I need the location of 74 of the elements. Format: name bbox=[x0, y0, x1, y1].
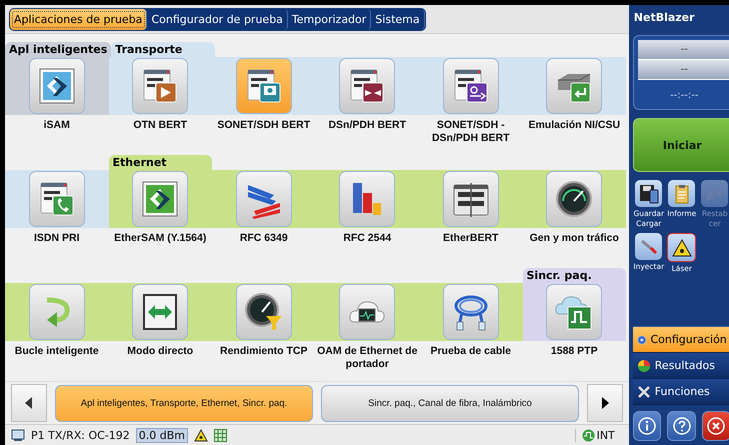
close-button[interactable] bbox=[702, 411, 729, 441]
section-title: Apl inteligentes bbox=[5, 42, 112, 57]
laser-warning-icon bbox=[194, 428, 208, 442]
app-button[interactable] bbox=[28, 58, 85, 114]
app-button[interactable] bbox=[132, 58, 188, 114]
chevron-icon bbox=[140, 179, 180, 219]
device-title: NetBlazer bbox=[632, 11, 696, 26]
app-button[interactable] bbox=[339, 58, 396, 114]
page-button[interactable]: Apl inteligentes, Transporte, Ethernet, Sincr. paq. bbox=[55, 384, 313, 422]
section-title: Ethernet bbox=[108, 155, 212, 170]
readout: -- bbox=[638, 40, 729, 60]
app-button[interactable] bbox=[546, 171, 602, 227]
info-button[interactable] bbox=[632, 411, 662, 441]
tab[interactable]: Configurador de prueba bbox=[147, 8, 288, 30]
app-button[interactable] bbox=[236, 284, 292, 340]
tools-icon bbox=[636, 384, 651, 398]
app-button[interactable] bbox=[442, 58, 499, 114]
section-title: Sincr. paq. bbox=[522, 268, 626, 283]
right-arrow-icon bbox=[601, 397, 609, 409]
app-label: Emulación NI/CSU bbox=[527, 118, 622, 133]
clock-wave-icon bbox=[582, 428, 595, 442]
app-label: iSAM bbox=[42, 118, 71, 133]
app-label: 1588 PTP bbox=[550, 344, 599, 359]
app-label: EtherBERT bbox=[442, 231, 500, 246]
app-label: SONET/SDH - DSn/PDH BERT bbox=[430, 118, 511, 146]
tab[interactable]: Sistema bbox=[371, 8, 425, 30]
app-button[interactable] bbox=[442, 171, 499, 227]
app-button[interactable] bbox=[28, 171, 85, 227]
pie-chart-icon bbox=[636, 358, 651, 372]
app-label: Bucle inteligente bbox=[14, 344, 100, 359]
grid-icon bbox=[214, 428, 228, 442]
left-arrow-icon bbox=[25, 397, 33, 409]
app-label: EtherSAM (Y.1564) bbox=[113, 231, 208, 246]
gear-icon bbox=[636, 332, 646, 346]
power-reading: 0.0 dBm bbox=[136, 428, 188, 442]
section-title: Transporte bbox=[111, 42, 215, 57]
start-button[interactable]: Iniciar bbox=[632, 118, 729, 172]
app-label: SONET/SDH BERT bbox=[216, 118, 312, 133]
nav-item[interactable]: Funciones bbox=[632, 379, 729, 405]
app-button[interactable] bbox=[132, 171, 188, 227]
app-button[interactable] bbox=[339, 284, 396, 340]
app-label: ISDN PRI bbox=[32, 231, 80, 246]
chevron-icon bbox=[36, 66, 77, 106]
timer: --:--:-- bbox=[669, 90, 700, 101]
tab[interactable]: Temporizador bbox=[288, 8, 372, 30]
next-button[interactable] bbox=[587, 384, 623, 422]
readout: -- bbox=[638, 60, 729, 80]
laser-warning-icon bbox=[672, 238, 692, 258]
nav-item[interactable]: Resultados bbox=[632, 353, 729, 379]
app-label: Rendimiento TCP bbox=[218, 344, 308, 359]
app-label: OTN BERT bbox=[132, 118, 188, 133]
floppy-disk-icon bbox=[638, 184, 659, 204]
monitor-icon bbox=[11, 428, 25, 442]
help-icon bbox=[672, 417, 691, 435]
app-label: Modo directo bbox=[126, 344, 194, 359]
info-icon bbox=[638, 417, 656, 435]
app-label: Gen y mon tráfico bbox=[528, 231, 620, 246]
page-button[interactable]: Sincr. paq., Canal de fibra, Inalámbrico bbox=[321, 384, 579, 422]
gauge-funnel-icon bbox=[244, 292, 284, 332]
app-label: Prueba de cable bbox=[429, 344, 512, 359]
app-label: OAM de Ethernet de portador bbox=[316, 344, 418, 372]
clock-source: INT bbox=[596, 428, 615, 442]
app-label: RFC 6349 bbox=[238, 231, 289, 246]
help-button[interactable] bbox=[667, 411, 696, 441]
gauge-icon bbox=[554, 179, 594, 219]
nav-item[interactable]: Configuración bbox=[632, 327, 729, 353]
tab[interactable]: Aplicaciones de prueba bbox=[10, 8, 148, 30]
port-status: P1 TX/RX: OC-192 bbox=[31, 428, 130, 442]
app-label: DSn/PDH BERT bbox=[327, 118, 408, 133]
app-button[interactable] bbox=[236, 58, 292, 114]
previous-button[interactable] bbox=[11, 384, 47, 422]
app-button[interactable] bbox=[132, 284, 188, 340]
close-icon bbox=[707, 417, 726, 435]
app-label: RFC 2544 bbox=[342, 231, 392, 246]
